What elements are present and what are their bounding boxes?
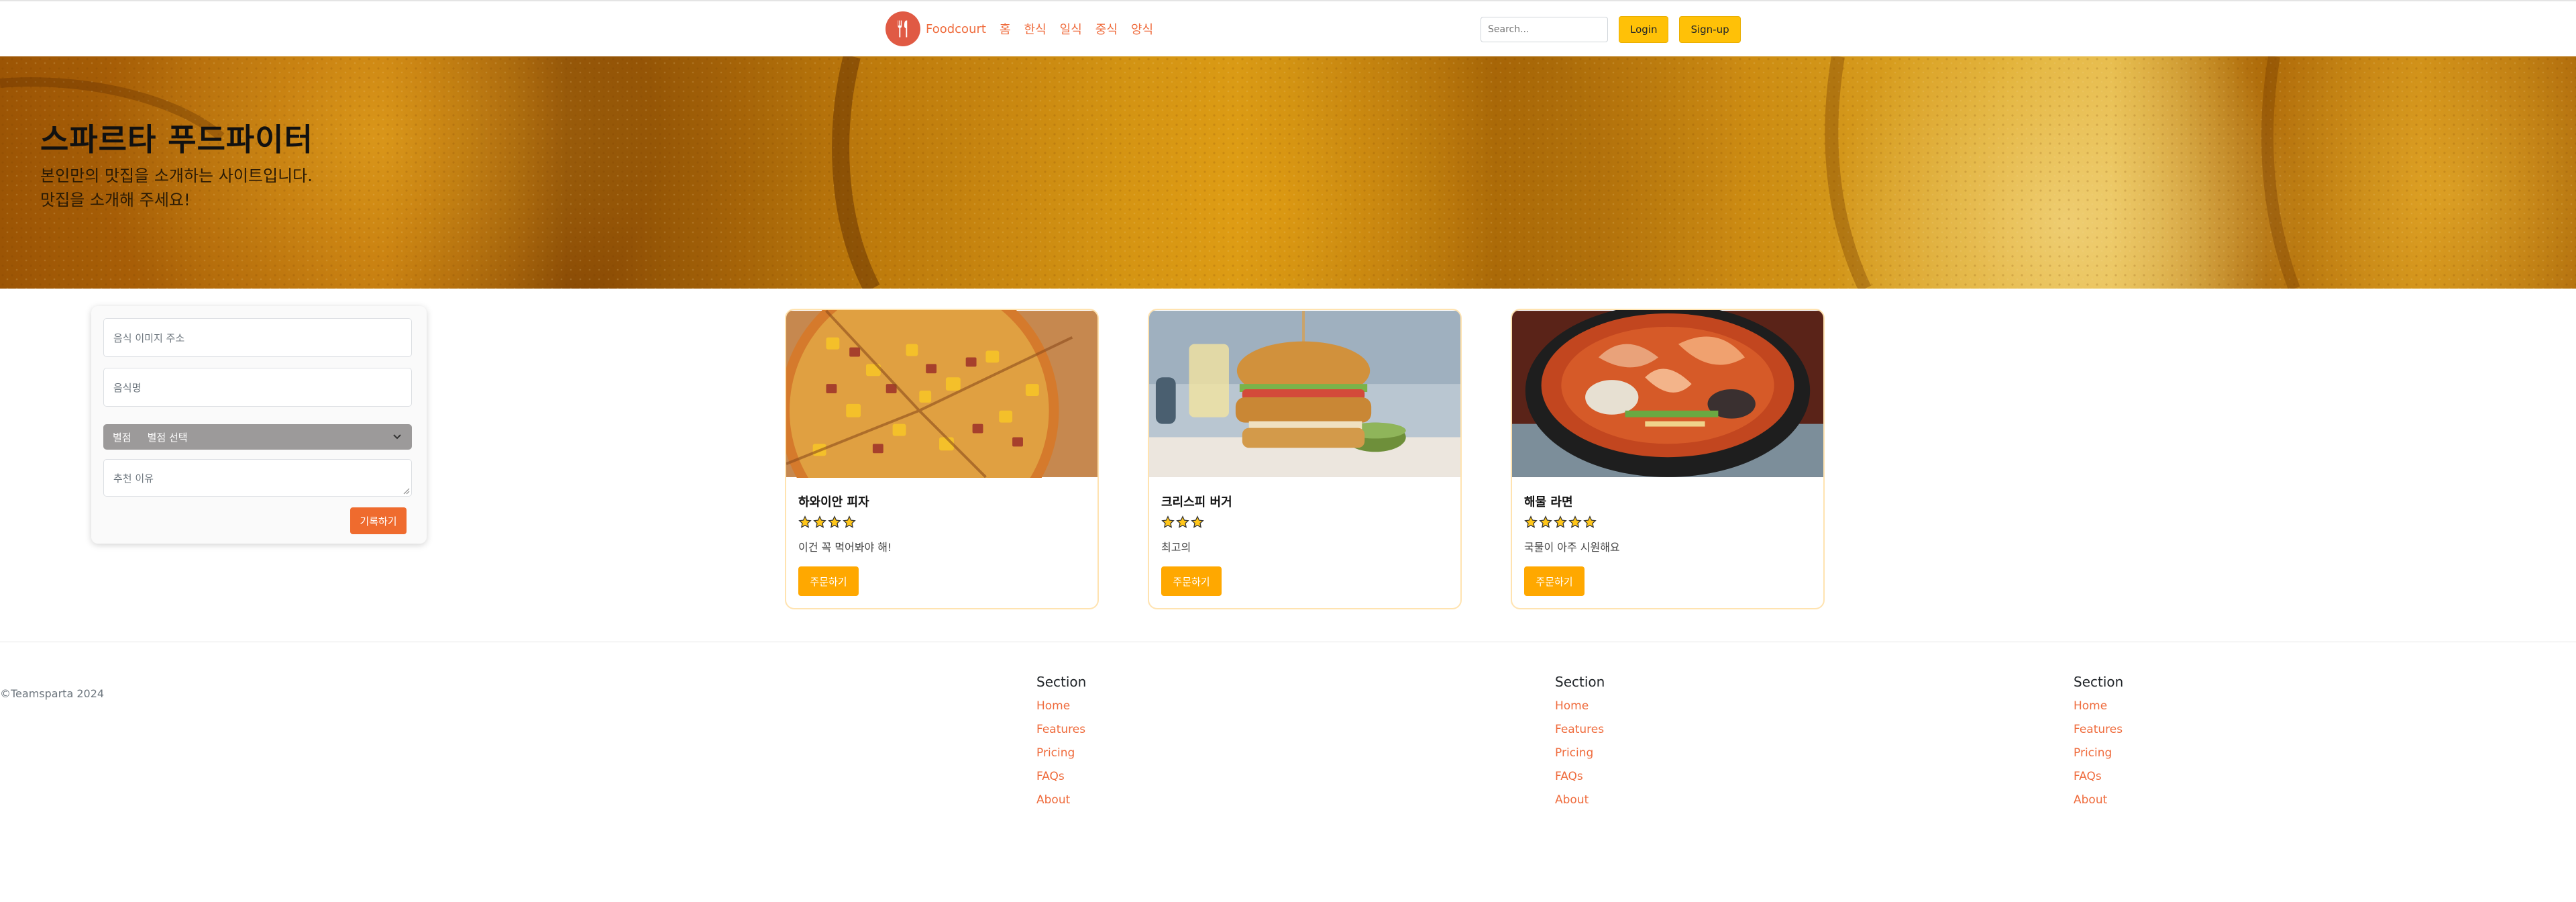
footer-link-pricing[interactable]: Pricing — [1555, 746, 1605, 770]
hero-overlay — [0, 56, 2576, 289]
star-icon — [1191, 515, 1204, 528]
star-icon — [813, 515, 826, 528]
order-button[interactable]: 주문하기 — [798, 566, 859, 596]
footer-link-pricing[interactable]: Pricing — [2074, 746, 2123, 770]
star-icon — [1539, 515, 1552, 528]
star-icon — [1554, 515, 1567, 528]
nav-link-home[interactable]: 홈 — [1000, 20, 1011, 38]
ramen-image[interactable] — [1512, 310, 1823, 478]
hero-subtitle: 본인만의 맛집을 소개하는 사이트입니다. 맛집을 소개해 주세요! — [40, 164, 313, 212]
resize-handle-icon[interactable] — [402, 487, 410, 495]
footer-section-2: Section Home Features Pricing FAQs About — [1555, 674, 1605, 817]
hero-banner: 스파르타 푸드파이터 본인만의 맛집을 소개하는 사이트입니다. 맛집을 소개해… — [0, 56, 2576, 289]
nav-link-western[interactable]: 양식 — [1131, 20, 1153, 38]
star-icon — [843, 515, 856, 528]
signup-button[interactable]: Sign-up — [1679, 16, 1741, 43]
card-body: 해물 라면 국물이 아주 시원해요 주문하기 — [1512, 481, 1823, 608]
restaurant-form: 음식 이미지 주소 음식명 별점 별점 선택 추천 이유 기록하기 — [91, 306, 427, 544]
brand-link[interactable]: Foodcourt — [926, 22, 986, 36]
food-card-burger[interactable]: 크리스피 버거 최고의 주문하기 — [1148, 309, 1462, 609]
fork-knife-logo-icon[interactable] — [885, 11, 920, 46]
food-card-pizza[interactable]: 하와이안 피자 이건 꼭 먹어봐야 해! 주문하기 — [785, 309, 1099, 609]
star-rating — [1161, 515, 1448, 529]
footer-link-home[interactable]: Home — [2074, 699, 2123, 723]
pizza-image[interactable] — [786, 310, 1097, 550]
nav-right: Login Sign-up — [1481, 16, 1752, 43]
image-url-input[interactable]: 음식 이미지 주소 — [103, 318, 412, 357]
footer-link-faqs[interactable]: FAQs — [1036, 770, 1086, 793]
star-icon — [1583, 515, 1597, 528]
navbar: Foodcourt 홈 한식 일식 중식 양식 Login Sign-up — [0, 1, 2576, 56]
order-button[interactable]: 주문하기 — [1161, 566, 1222, 596]
reason-textarea[interactable]: 추천 이유 — [103, 459, 412, 497]
reason-placeholder: 추천 이유 — [113, 472, 154, 485]
star-icon — [1524, 515, 1538, 528]
food-name-input[interactable]: 음식명 — [103, 368, 412, 407]
footer-link-about[interactable]: About — [1555, 793, 1605, 817]
footer-link-pricing[interactable]: Pricing — [1036, 746, 1086, 770]
footer-link-faqs[interactable]: FAQs — [2074, 770, 2123, 793]
footer-link-features[interactable]: Features — [2074, 723, 2123, 746]
hero-subtitle-line-2: 맛집을 소개해 주세요! — [40, 191, 191, 209]
search-input[interactable] — [1481, 17, 1608, 42]
card-title: 크리스피 버거 — [1161, 495, 1232, 509]
nav-left: Foodcourt 홈 한식 일식 중식 양식 — [885, 11, 1167, 46]
star-rating — [798, 515, 1085, 529]
rating-select[interactable]: 별점 별점 선택 — [103, 424, 412, 450]
card-comment: 국물이 아주 시원해요 — [1524, 541, 1620, 554]
footer-link-faqs[interactable]: FAQs — [1555, 770, 1605, 793]
order-button[interactable]: 주문하기 — [1524, 566, 1585, 596]
footer-link-home[interactable]: Home — [1036, 699, 1086, 723]
card-title: 해물 라면 — [1524, 495, 1573, 509]
hero-title: 스파르타 푸드파이터 — [40, 121, 313, 158]
footer-section-1: Section Home Features Pricing FAQs About — [1036, 674, 1086, 817]
footer-link-about[interactable]: About — [2074, 793, 2123, 817]
footer-link-features[interactable]: Features — [1555, 723, 1605, 746]
food-card-ramen[interactable]: 해물 라면 국물이 아주 시원해요 주문하기 — [1511, 309, 1825, 609]
login-button[interactable]: Login — [1619, 16, 1669, 43]
footer-link-home[interactable]: Home — [1555, 699, 1605, 723]
burger-image[interactable] — [1149, 310, 1460, 478]
card-comment: 최고의 — [1161, 541, 1191, 554]
footer-section-heading: Section — [2074, 674, 2124, 690]
star-icon — [1176, 515, 1189, 528]
star-icon — [1568, 515, 1582, 528]
footer-link-about[interactable]: About — [1036, 793, 1086, 817]
footer-section-heading: Section — [1036, 674, 1087, 690]
chevron-down-icon — [393, 434, 401, 440]
footer-link-features[interactable]: Features — [1036, 723, 1086, 746]
nav-link-chinese[interactable]: 중식 — [1095, 20, 1118, 38]
copyright-text: ©Teamsparta 2024 — [0, 687, 105, 700]
nav-link-japanese[interactable]: 일식 — [1060, 20, 1082, 38]
rating-select-label: 별점 — [113, 431, 131, 444]
card-title: 하와이안 피자 — [798, 495, 869, 509]
card-comment: 이건 꼭 먹어봐야 해! — [798, 541, 892, 554]
star-icon — [828, 515, 841, 528]
footer-section-3: Section Home Features Pricing FAQs About — [2074, 674, 2123, 817]
star-rating — [1524, 515, 1811, 529]
hero-subtitle-line-1: 본인만의 맛집을 소개하는 사이트입니다. — [40, 166, 313, 185]
nav-link-korean[interactable]: 한식 — [1024, 20, 1046, 38]
star-icon — [798, 515, 812, 528]
rating-select-value: 별점 선택 — [147, 431, 188, 444]
card-body: 하와이안 피자 이건 꼭 먹어봐야 해! 주문하기 — [786, 481, 1097, 608]
footer-section-heading: Section — [1555, 674, 1605, 690]
record-button[interactable]: 기록하기 — [350, 507, 407, 534]
star-icon — [1161, 515, 1175, 528]
card-body: 크리스피 버거 최고의 주문하기 — [1149, 481, 1460, 608]
